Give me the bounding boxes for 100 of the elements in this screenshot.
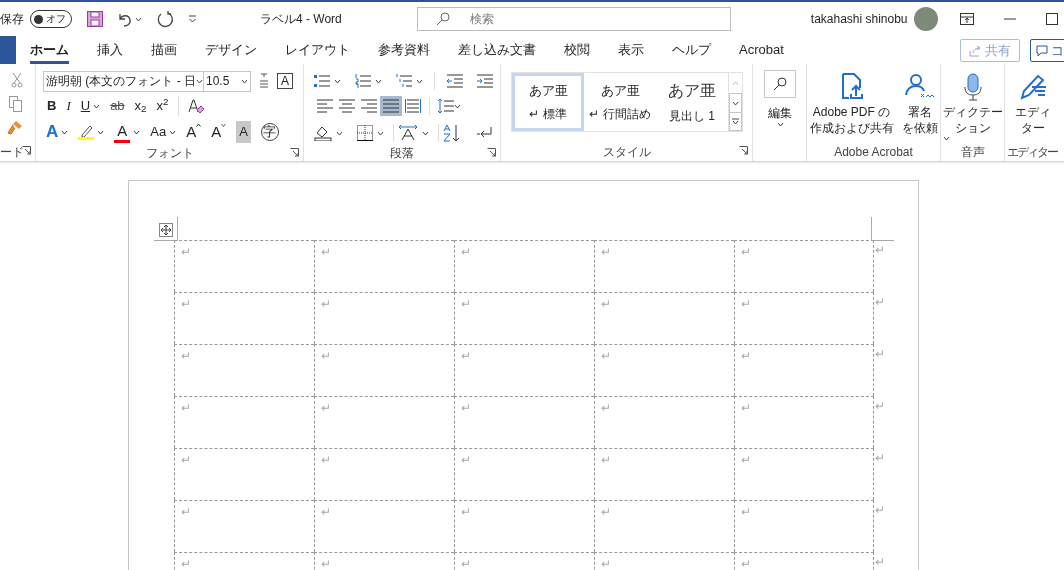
italic-button[interactable]: I [66, 97, 71, 115]
format-button[interactable]: x$^{2}$ [156, 97, 169, 115]
borders-icon[interactable] [357, 125, 373, 141]
search-icon[interactable] [773, 77, 787, 91]
ribbon-tab[interactable]: 参考資料 [378, 36, 430, 64]
editor-button[interactable]: エディ ター [1015, 73, 1051, 136]
redo-icon[interactable] [156, 10, 174, 28]
caret-icon[interactable] [334, 78, 341, 84]
font-name-field[interactable]: 游明朝 (本文のフォント - 日 [43, 70, 204, 92]
font-color-button[interactable]: A [114, 121, 131, 143]
grow-font-button[interactable]: A [186, 123, 202, 141]
multilevel-list-icon[interactable] [396, 74, 412, 88]
caret-icon[interactable] [776, 122, 784, 127]
paragraph-mark: ↵ [461, 453, 471, 467]
ribbon-display-icon[interactable] [959, 13, 974, 25]
ribbon-tab[interactable]: 差し込み文書 [458, 36, 536, 64]
search-field[interactable]: 検索 [416, 7, 731, 31]
caret-icon[interactable] [133, 129, 141, 135]
ribbon-tab[interactable]: 挿入 [97, 36, 123, 64]
dialog-launcher-icon[interactable] [487, 148, 496, 157]
style-item[interactable]: あア亜 見出し 1 [656, 73, 728, 131]
ribbon-tab[interactable]: Acrobat [739, 36, 784, 64]
ribbon-tab[interactable]: 描画 [151, 36, 177, 64]
user-avatar[interactable] [913, 7, 938, 31]
align-left-button[interactable] [314, 96, 336, 116]
style-item[interactable]: あア亜 ↵ 行間詰め [584, 73, 656, 131]
shading-icon[interactable] [314, 125, 332, 141]
caret-icon[interactable] [97, 129, 105, 135]
increase-indent-icon[interactable] [477, 74, 493, 88]
character-shading-button[interactable]: A [236, 121, 251, 143]
comments-button[interactable]: コ [1030, 39, 1064, 62]
numbering-icon[interactable] [355, 74, 371, 88]
minimize-icon[interactable] [1003, 18, 1016, 20]
paragraph-mark-icon[interactable] [477, 126, 493, 140]
ribbon-tab[interactable]: 校閲 [564, 36, 590, 64]
scroll-down-icon[interactable] [732, 100, 739, 106]
format-button[interactable]: x$_{2}$ [134, 97, 147, 115]
format-painter-icon[interactable] [7, 120, 23, 135]
ribbon-tab[interactable]: ヘルプ [672, 36, 711, 64]
font-size-field[interactable]: 10.5 [204, 70, 251, 92]
caret-icon[interactable] [196, 78, 203, 84]
request-signature-button[interactable]: 署名 を依頼 [901, 73, 938, 136]
gallery-more-icon[interactable] [732, 118, 739, 125]
caret-icon[interactable] [454, 103, 461, 109]
change-case-button[interactable]: Aa [150, 123, 167, 141]
share-button[interactable]: 共有 [960, 39, 1020, 62]
cut-icon[interactable] [11, 72, 23, 88]
up-caret-icon[interactable] [196, 123, 202, 127]
caret-icon[interactable] [169, 129, 177, 135]
microphone-icon[interactable] [962, 73, 983, 101]
caret-icon[interactable] [336, 130, 343, 136]
search-icon[interactable] [435, 12, 450, 26]
caret-icon[interactable] [422, 130, 429, 136]
signature-icon[interactable] [903, 73, 936, 99]
clear-formatting-icon[interactable] [187, 97, 206, 115]
align-center-button[interactable] [336, 96, 358, 116]
copy-icon[interactable] [9, 96, 23, 112]
table-move-handle-icon[interactable] [159, 223, 173, 237]
dialog-launcher-icon[interactable] [22, 146, 31, 155]
paragraph-mark: ↵ [181, 505, 191, 519]
shrink-font-button[interactable]: A [211, 123, 227, 141]
ribbon-tab[interactable]: 表示 [618, 36, 644, 64]
caret-icon[interactable] [135, 16, 142, 22]
undo-icon[interactable] [117, 11, 133, 27]
caret-icon[interactable] [416, 78, 423, 84]
comment-icon[interactable] [1036, 44, 1048, 57]
strikethrough-button[interactable]: ab [110, 97, 125, 115]
bullets-icon[interactable] [314, 74, 330, 88]
caret-icon[interactable] [241, 78, 248, 84]
ribbon-tab[interactable]: レイアウト [285, 36, 350, 64]
underline-button[interactable]: U [80, 97, 91, 115]
text-effects-button[interactable]: A [46, 123, 59, 141]
enclose-characters-button[interactable]: A [277, 73, 293, 89]
customize-menu-icon[interactable] [188, 15, 197, 23]
create-pdf-button[interactable]: Adobe PDF の 作成および共有 [809, 73, 894, 136]
align-distributed-button[interactable] [402, 96, 424, 116]
document-share-icon[interactable] [840, 73, 863, 99]
caret-icon[interactable] [93, 103, 101, 109]
line-spacing-icon[interactable] [438, 99, 454, 113]
paragraph-mark: ↵ [461, 401, 471, 415]
pen-icon[interactable] [1018, 73, 1048, 101]
dictate-button[interactable]: ディクテー ション [942, 73, 1003, 141]
dialog-launcher-icon[interactable] [739, 146, 748, 155]
maximize-icon[interactable] [1045, 13, 1058, 25]
align-right-button[interactable] [358, 96, 380, 116]
dialog-launcher-icon[interactable] [290, 148, 299, 157]
save-icon[interactable] [87, 11, 103, 27]
caret-icon[interactable] [377, 130, 384, 136]
caret-icon[interactable] [375, 78, 382, 84]
sort-icon[interactable] [443, 124, 461, 142]
down-caret-icon[interactable] [221, 123, 227, 127]
autosave-toggle[interactable]: オフ [30, 10, 72, 28]
bold-button[interactable]: B [47, 97, 57, 115]
character-spacing-icon[interactable] [398, 125, 418, 141]
caret-icon[interactable] [942, 136, 950, 141]
decrease-indent-icon[interactable] [447, 74, 463, 88]
style-item[interactable]: あア亜 ↵ 標準 [512, 73, 584, 131]
caret-icon[interactable] [61, 129, 69, 135]
ribbon-tab[interactable]: デザイン [205, 36, 257, 64]
editing-button[interactable]: 編集 [764, 70, 796, 127]
